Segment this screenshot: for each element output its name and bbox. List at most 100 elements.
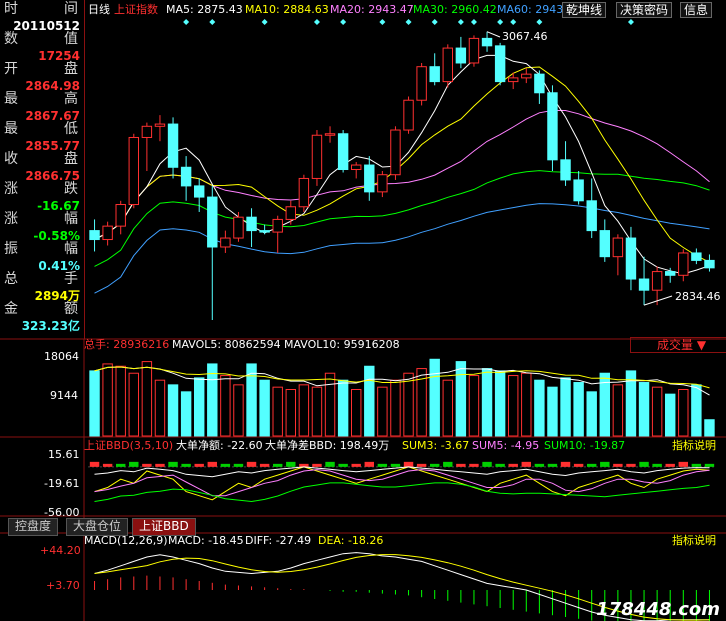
candle-body: [455, 47, 467, 64]
candle-body: [141, 125, 153, 138]
volume-bar: [102, 363, 113, 437]
volume-bar: [429, 358, 440, 437]
bbd-bar: [89, 461, 100, 467]
candle-body: [678, 252, 689, 276]
candle-body: [416, 66, 427, 101]
candle-body: [364, 164, 375, 193]
bbd-bar: [129, 461, 139, 467]
volume-bar: [468, 375, 480, 437]
bbd-bar: [508, 463, 518, 467]
volume-bar: [507, 375, 519, 437]
signal-diamond-icon: [405, 19, 412, 25]
bbd-bar: [168, 461, 178, 467]
high-annotation: 3067.46: [502, 30, 548, 43]
volume-bar: [259, 379, 270, 437]
low-pointer: [643, 295, 673, 306]
volume-bar: [115, 365, 126, 437]
bbd-bar: [573, 463, 584, 467]
bbd-bar: [364, 461, 375, 467]
volume-axis-top: 18064: [44, 350, 79, 363]
volume-bar: [298, 384, 310, 437]
bbd-bar: [652, 463, 662, 467]
candle-body: [521, 73, 532, 79]
bbd-bar: [456, 463, 466, 467]
bbd-bar: [469, 463, 479, 467]
candle-body: [560, 159, 571, 181]
volume-bar: [442, 379, 454, 437]
candle-body: [704, 259, 715, 269]
bbd-bar: [286, 461, 296, 467]
macd-name: MACD(12,26,9): [84, 534, 168, 547]
bbd-bar: [390, 463, 401, 467]
candle-body: [180, 166, 192, 187]
bbd-bar: [325, 461, 335, 467]
signal-diamond-icon: [261, 19, 268, 25]
candle-body: [246, 216, 257, 232]
candle-body: [638, 278, 650, 291]
bbd-bar: [181, 463, 191, 467]
signal-diamond-icon: [497, 19, 504, 25]
volume-bar: [377, 386, 388, 437]
bbd-bar: [482, 461, 492, 467]
volume-bar: [403, 372, 414, 437]
volume-bar: [364, 365, 375, 437]
volume-bar: [573, 382, 584, 437]
bbd-name: 上证BBD(3,5,10): [84, 439, 174, 452]
bbd-bar: [600, 461, 610, 467]
bbd-bar: [534, 463, 545, 467]
signal-diamond-icon: [340, 19, 347, 25]
bbd-net-amount: 大单净额: -22.60: [176, 439, 263, 452]
volume-bar: [455, 361, 467, 437]
candle-body: [259, 230, 270, 233]
volume-bar: [89, 370, 100, 437]
candle-body: [481, 37, 493, 47]
signal-diamond-icon: [627, 19, 634, 25]
bbd-sum10: SUM10: -19.87: [544, 439, 626, 452]
bbd-bar: [272, 463, 283, 467]
candle-body: [298, 177, 310, 208]
volume-bar: [207, 363, 218, 437]
candle-body: [102, 225, 113, 241]
macd-dea: DEA: -18.26: [318, 534, 384, 547]
candle-body: [233, 216, 244, 239]
volume-bar: [612, 384, 624, 437]
candle-body: [272, 218, 283, 233]
bbd-bar: [338, 463, 348, 467]
macd-help-link[interactable]: 指标说明: [672, 535, 716, 546]
bbd-bar: [678, 461, 689, 467]
bbd-bar: [403, 461, 414, 467]
candle-body: [586, 200, 597, 232]
bbd-bar: [495, 463, 505, 467]
volume-bar: [691, 384, 702, 437]
price-ma10-line: [94, 66, 710, 263]
bbd-sum3: SUM3: -3.67: [402, 439, 470, 452]
candle-body: [651, 271, 663, 291]
volume-bar: [586, 391, 597, 437]
candle-body: [128, 136, 140, 206]
bbd-bar: [246, 461, 257, 467]
candle-body: [429, 66, 440, 83]
indicator-dropdown[interactable]: 成交量 ▼: [630, 337, 726, 353]
macd-axis-top: +44.20: [40, 544, 81, 557]
candle-body: [193, 185, 205, 198]
tab-kongpandu[interactable]: 控盘度: [8, 518, 59, 536]
bbd-help-link[interactable]: 指标说明: [672, 440, 716, 451]
bbd-bar: [429, 463, 440, 467]
volume-bar: [521, 372, 532, 437]
candle-body: [625, 237, 637, 280]
candle-body: [573, 179, 584, 202]
candle-body: [311, 134, 323, 179]
bbd-bar: [351, 463, 361, 467]
bbd-bar: [560, 461, 571, 467]
bbd-bar: [521, 461, 532, 467]
volume-bar: [272, 386, 283, 437]
bbd-bar: [691, 463, 702, 467]
volume-bar: [167, 384, 179, 437]
bbd-net-diff: 大单净差BBD: 198.49万: [265, 439, 390, 452]
candle-body: [534, 73, 545, 94]
watermark: 178448.com: [596, 599, 720, 620]
candle-body: [207, 196, 218, 248]
signal-diamond-icon: [379, 19, 386, 25]
candle-body: [599, 230, 611, 258]
candle-body: [220, 237, 231, 248]
